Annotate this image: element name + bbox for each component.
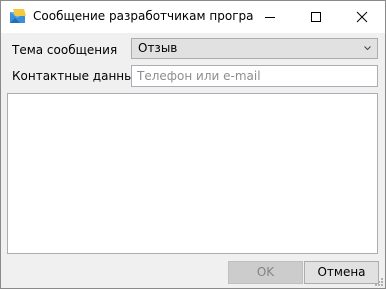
minimize-icon <box>265 17 275 18</box>
minimize-button[interactable] <box>247 1 293 33</box>
envelope-icon <box>10 9 26 23</box>
subject-select[interactable]: Отзыв <box>131 38 378 59</box>
title-bar[interactable]: Сообщение разработчикам програм... <box>1 1 385 33</box>
contact-input[interactable] <box>131 65 378 87</box>
message-textarea[interactable] <box>7 93 378 254</box>
feedback-dialog: Сообщение разработчикам програм... Тема … <box>0 0 386 289</box>
contact-label: Контактные данные <box>12 69 142 83</box>
subject-label: Тема сообщения <box>12 43 118 57</box>
close-icon <box>356 11 368 23</box>
ok-button[interactable]: OK <box>228 261 303 284</box>
close-button[interactable] <box>339 1 385 33</box>
maximize-icon <box>311 12 321 22</box>
resize-grip-icon[interactable] <box>373 276 383 286</box>
chevron-down-icon <box>364 46 371 51</box>
maximize-button[interactable] <box>293 1 339 33</box>
window-title: Сообщение разработчикам програм... <box>33 9 253 23</box>
cancel-button[interactable]: Отмена <box>304 261 379 284</box>
subject-select-value: Отзыв <box>138 41 178 55</box>
